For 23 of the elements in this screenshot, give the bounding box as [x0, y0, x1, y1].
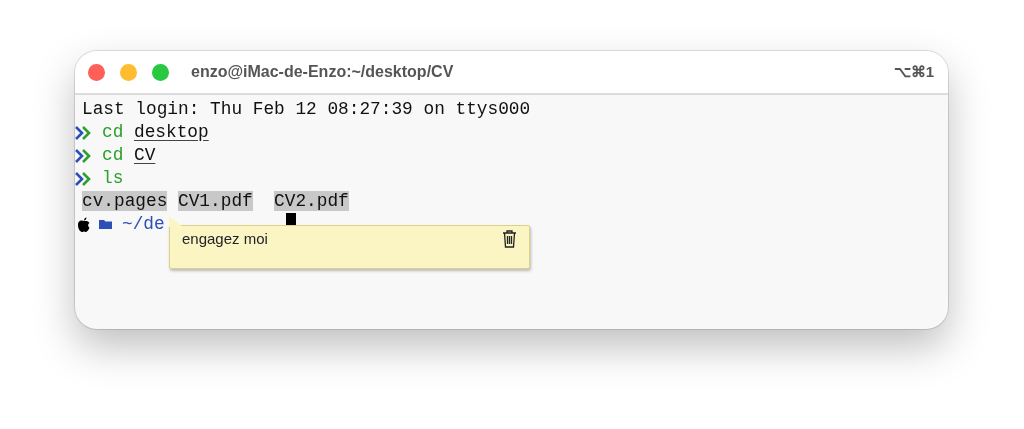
text-cursor	[285, 213, 296, 225]
note-text: engagez moi	[182, 230, 268, 248]
login-message: Last login: Thu Feb 12 08:27:39 on ttys000	[82, 98, 531, 121]
zoom-button[interactable]	[152, 63, 169, 81]
prompt-chevron-icon	[75, 125, 93, 140]
folder-icon	[99, 219, 113, 230]
trash-icon[interactable]	[502, 230, 517, 248]
file-name: CV2.pdf	[274, 191, 349, 211]
file-name: cv.pages	[82, 191, 168, 211]
command-text: cd	[102, 121, 124, 144]
close-button[interactable]	[88, 63, 105, 81]
command-text: ls	[102, 167, 124, 190]
prompt-chevron-icon	[75, 148, 93, 163]
apple-icon	[77, 217, 91, 232]
command-argument: desktop	[134, 121, 209, 144]
window-title: enzo@iMac-de-Enzo:~/desktop/CV	[191, 63, 454, 81]
prompt-chevron-icon	[75, 171, 93, 186]
minimize-button[interactable]	[120, 63, 137, 81]
file-name: CV1.pdf	[178, 191, 253, 211]
command-text: cd	[102, 144, 124, 167]
prompt-path: ~/de	[122, 213, 165, 236]
command-argument: CV	[134, 144, 156, 167]
shortcut-label: ⌥⌘1	[893, 63, 934, 81]
